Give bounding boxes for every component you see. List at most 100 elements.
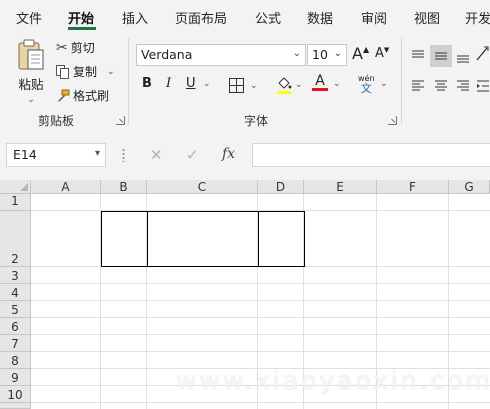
copy-button[interactable]: 复制 ⌄ (56, 63, 115, 80)
font-color-swatch (312, 88, 328, 91)
paste-label: 粘贴 (18, 77, 44, 92)
orientation-icon[interactable] (474, 44, 490, 64)
underline-button[interactable]: U (186, 76, 196, 91)
underline-dropdown-icon[interactable]: ⌄ (203, 79, 211, 89)
tab-file[interactable]: 文件 (16, 8, 42, 27)
paste-icon (18, 39, 44, 70)
phonetic-button[interactable]: wén 文 (358, 74, 375, 94)
shrink-font-button[interactable]: A ▼ (375, 45, 390, 62)
tab-page-layout[interactable]: 页面布局 (175, 8, 227, 27)
format-painter-button[interactable]: 格式刷 (56, 87, 109, 104)
cut-label: 剪切 (70, 41, 95, 55)
column-header-c[interactable]: C (147, 180, 258, 194)
paste-button[interactable]: 粘贴 ⌄ (14, 38, 48, 110)
font-color-button[interactable]: A (312, 74, 328, 91)
paste-dropdown-icon[interactable]: ⌄ (27, 95, 35, 105)
grow-font-button[interactable]: A ▲ (352, 44, 369, 63)
chevron-down-icon: ⌄ (333, 48, 342, 59)
tab-review[interactable]: 审阅 (361, 8, 387, 27)
formula-input[interactable] (252, 143, 490, 167)
active-tab-indicator (68, 27, 96, 30)
row-header-3[interactable]: 3 (0, 267, 31, 284)
cell-d2[interactable] (258, 211, 305, 267)
font-color-dropdown-icon[interactable]: ⌄ (333, 79, 341, 89)
font-color-icon: A (315, 73, 325, 89)
indent-icon[interactable] (476, 79, 490, 93)
cell-c2[interactable] (147, 211, 259, 267)
row-header-10[interactable]: 10 (0, 386, 31, 403)
italic-button[interactable]: I (166, 76, 171, 91)
ribbon: 粘贴 ⌄ ✂ 剪切 复制 ⌄ 格式刷 剪贴板 Verdana ⌄ 10 ⌄ A ▲… (0, 32, 490, 130)
font-size-value: 10 (312, 47, 328, 62)
column-header-b[interactable]: B (101, 180, 147, 194)
ribbon-separator (128, 38, 129, 124)
align-left-icon[interactable] (411, 79, 425, 93)
chevron-down-icon: ⌄ (292, 48, 301, 59)
menu-bar: 文件 开始 插入 页面布局 公式 数据 审阅 视图 开发 (0, 0, 490, 32)
fill-bucket-icon (277, 77, 292, 94)
row-header-9[interactable]: 9 (0, 369, 31, 386)
align-middle-icon[interactable] (434, 49, 448, 63)
format-painter-label: 格式刷 (73, 89, 110, 103)
scissors-icon: ✂ (56, 39, 68, 56)
column-header-g[interactable]: G (449, 180, 490, 194)
tab-developer[interactable]: 开发 (465, 8, 490, 27)
row-header-7[interactable]: 7 (0, 335, 31, 352)
formula-bar-grip[interactable] (122, 148, 125, 162)
fill-color-button[interactable]: ⌄ (276, 76, 303, 94)
name-box[interactable]: E14 ▾ (6, 143, 106, 167)
copy-icon (56, 64, 69, 79)
caret-up-icon: ▲ (362, 45, 370, 54)
clipboard-group-label: 剪贴板 (38, 114, 75, 128)
tab-view[interactable]: 视图 (414, 8, 440, 27)
phonetic-dropdown-icon[interactable]: ⌄ (380, 79, 388, 89)
cancel-icon[interactable]: ✕ (150, 146, 163, 164)
caret-down-icon: ▼ (383, 45, 390, 54)
copy-dropdown-icon[interactable]: ⌄ (107, 67, 115, 77)
align-center-icon[interactable] (434, 79, 448, 93)
enter-icon[interactable]: ✓ (186, 146, 199, 164)
row-header-6[interactable]: 6 (0, 318, 31, 335)
ribbon-separator (401, 38, 402, 124)
column-header-e[interactable]: E (304, 180, 377, 194)
align-right-icon[interactable] (456, 79, 470, 93)
font-family-value: Verdana (141, 47, 193, 62)
borders-icon (229, 78, 244, 93)
font-family-select[interactable]: Verdana ⌄ (136, 44, 306, 66)
phonetic-char: 文 (360, 82, 372, 95)
chevron-down-icon[interactable]: ▾ (95, 148, 100, 159)
grow-font-icon: A (352, 44, 363, 63)
chevron-down-icon: ⌄ (250, 80, 258, 91)
cell-b2[interactable] (101, 211, 148, 267)
tab-formulas[interactable]: 公式 (255, 8, 281, 27)
row-header-5[interactable]: 5 (0, 301, 31, 318)
row-header-8[interactable]: 8 (0, 352, 31, 369)
clipboard-launcher-icon[interactable] (116, 116, 125, 125)
chevron-down-icon: ⌄ (295, 80, 303, 90)
select-all-corner[interactable] (0, 180, 31, 194)
align-top-icon[interactable] (411, 49, 425, 63)
shrink-font-icon: A (375, 46, 384, 61)
borders-button[interactable]: ⌄ (229, 78, 258, 93)
tab-data[interactable]: 数据 (307, 8, 333, 27)
align-bottom-icon[interactable] (456, 49, 470, 63)
font-launcher-icon[interactable] (388, 116, 397, 125)
row-header-4[interactable]: 4 (0, 284, 31, 301)
font-group-label: 字体 (244, 114, 269, 128)
name-box-value: E14 (13, 147, 37, 162)
column-header-d[interactable]: D (258, 180, 304, 194)
row-header-11[interactable] (0, 403, 31, 409)
tab-insert[interactable]: 插入 (122, 8, 148, 27)
cut-button[interactable]: ✂ 剪切 (56, 39, 95, 56)
column-header-f[interactable]: F (377, 180, 449, 194)
copy-label: 复制 (73, 65, 98, 79)
column-header-a[interactable]: A (31, 180, 101, 194)
font-size-select[interactable]: 10 ⌄ (307, 44, 347, 66)
tab-home[interactable]: 开始 (68, 8, 94, 27)
bold-button[interactable]: B (142, 76, 152, 91)
row-header-2[interactable]: 2 (0, 211, 31, 267)
row-header-1[interactable]: 1 (0, 194, 31, 211)
insert-function-icon[interactable]: fx (222, 146, 235, 162)
watermark-text: www.xiaoyaoxin.com (176, 366, 490, 395)
format-painter-icon (58, 89, 70, 102)
